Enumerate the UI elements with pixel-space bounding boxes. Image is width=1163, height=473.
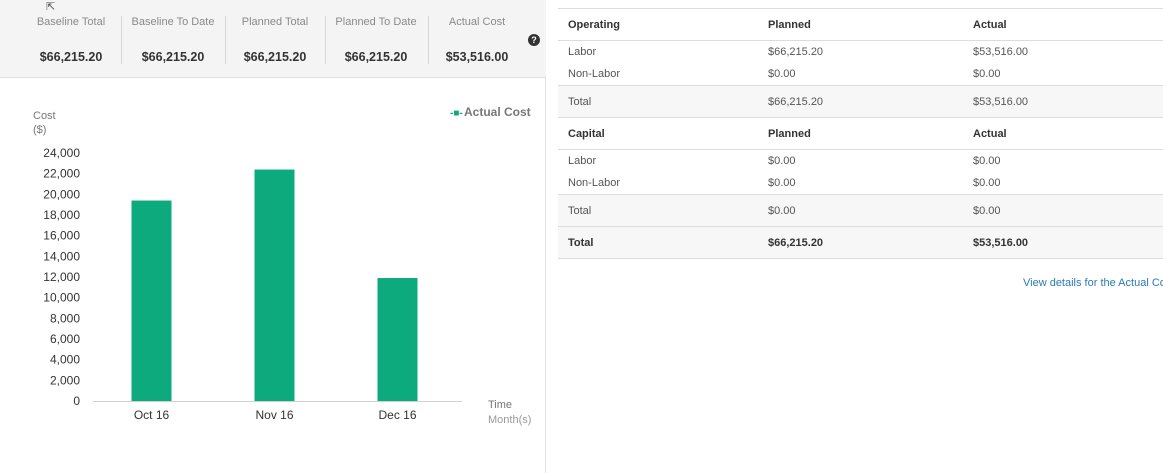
table-row: Non-Labor $0.00 $0.00	[558, 63, 1163, 86]
actual-cell: $53,516.00	[963, 226, 1163, 259]
bar-oct-16	[131, 200, 172, 401]
actual-cell: $53,516.00	[963, 85, 1163, 118]
planned-cell: $0.00	[768, 155, 796, 167]
row-label: Non-Labor	[568, 68, 620, 80]
row-label: Non-Labor	[568, 177, 620, 189]
x-tick-label: Dec 16	[378, 408, 416, 422]
capital-total-row: Total $0.00 $0.00	[558, 194, 1163, 227]
x-tick-label: Oct 16	[134, 408, 170, 422]
row-label: Labor	[568, 46, 597, 58]
column-header: Actual	[963, 8, 1163, 41]
bar-dec-16	[377, 278, 418, 401]
column-header: Planned	[758, 117, 963, 150]
x-axis-label: Time	[488, 399, 512, 411]
kpi-label: Planned To Date	[335, 16, 417, 28]
planned-cell: $66,215.20	[758, 226, 963, 259]
y-tick-label: 4,000	[50, 353, 80, 367]
help-icon[interactable]: ?	[528, 34, 540, 46]
row-label: Total	[558, 85, 758, 118]
y-tick-label: 10,000	[43, 291, 80, 305]
kpi-value: $66,215.20	[344, 50, 408, 64]
y-tick-label: 12,000	[43, 270, 80, 284]
y-tick-label: 14,000	[43, 249, 80, 263]
mouse-cursor-icon: ⇱	[46, 1, 56, 13]
actual-cell: $0.00	[973, 177, 1001, 189]
kpi-label: Actual Cost	[448, 16, 506, 28]
cost-summary-bar: Baseline Total $66,215.20 Baseline To Da…	[0, 0, 546, 78]
actual-cell: $0.00	[963, 194, 1163, 227]
table-row: Labor $66,215.20 $53,516.00	[558, 41, 1163, 64]
kpi-value: $53,516.00	[445, 50, 509, 64]
planned-cell: $0.00	[768, 68, 796, 80]
grand-total-row: Total $66,215.20 $53,516.00	[558, 226, 1163, 259]
cost-breakdown-panel: Operating Planned Actual Labor $66,215.2…	[558, 8, 1163, 289]
kpi-planned-to-date: Planned To Date $66,215.20	[328, 10, 424, 66]
legend-label: Actual Cost	[464, 105, 531, 119]
x-axis-unit-label: Month(s)	[488, 414, 531, 426]
chart-svg: 0 2,000 4,000 6,000 8,000 10,000 12,000 14,000 1…	[33, 105, 531, 426]
y-axis-label: Cost	[33, 110, 56, 122]
column-header: Planned	[758, 8, 963, 41]
row-label: Total	[558, 194, 758, 227]
y-tick-label: 18,000	[43, 208, 80, 222]
kpi-planned-total: Planned Total $66,215.20	[228, 10, 322, 66]
table-row: Non-Labor $0.00 $0.00	[558, 172, 1163, 195]
column-header: Actual	[963, 117, 1163, 150]
kpi-actual-cost: Actual Cost $53,516.00	[432, 10, 522, 66]
kpi-divider	[225, 16, 226, 64]
y-axis-unit-label: ($)	[33, 124, 46, 136]
kpi-baseline-to-date: Baseline To Date $66,215.20	[124, 10, 222, 66]
kpi-divider	[325, 16, 326, 64]
kpi-label: Baseline To Date	[131, 16, 215, 28]
y-tick-label: 22,000	[43, 167, 80, 181]
y-tick-label: 6,000	[50, 332, 80, 346]
operating-total-row: Total $66,215.20 $53,516.00	[558, 85, 1163, 118]
kpi-label: Planned Total	[241, 16, 309, 28]
legend-marker-icon: -■-	[450, 108, 463, 119]
table-row: Labor $0.00 $0.00	[558, 150, 1163, 173]
y-tick-label: 0	[73, 394, 80, 408]
cost-breakdown-table: Operating Planned Actual Labor $66,215.2…	[558, 8, 1163, 259]
capital-header-row: Capital Planned Actual	[558, 117, 1163, 150]
view-actual-cost-details-link[interactable]: View details for the Actual Cost	[1023, 277, 1163, 289]
column-header: Operating	[558, 8, 758, 41]
y-tick-label: 2,000	[50, 373, 80, 387]
x-tick-label: Nov 16	[255, 408, 293, 422]
planned-cell: $0.00	[758, 194, 963, 227]
row-label: Total	[558, 226, 758, 259]
y-tick-label: 20,000	[43, 187, 80, 201]
column-header: Capital	[558, 117, 758, 150]
kpi-value: $66,215.20	[141, 50, 205, 64]
actual-cost-chart: 0 2,000 4,000 6,000 8,000 10,000 12,000 14,000 1…	[0, 79, 546, 473]
actual-cell: $0.00	[973, 68, 1001, 80]
bar-nov-16	[254, 169, 295, 401]
actual-cell: $0.00	[973, 155, 1001, 167]
planned-cell: $66,215.20	[768, 46, 824, 58]
kpi-baseline-total: Baseline Total $66,215.20	[25, 10, 117, 66]
kpi-label: Baseline Total	[36, 16, 106, 28]
operating-header-row: Operating Planned Actual	[558, 8, 1163, 41]
kpi-divider	[428, 16, 429, 64]
planned-cell: $66,215.20	[758, 85, 963, 118]
kpi-divider	[121, 16, 122, 64]
kpi-value: $66,215.20	[39, 50, 103, 64]
y-tick-label: 16,000	[43, 229, 80, 243]
y-tick-label: 24,000	[43, 146, 80, 160]
y-tick-label: 8,000	[50, 311, 80, 325]
planned-cell: $0.00	[768, 177, 796, 189]
row-label: Labor	[568, 155, 597, 167]
actual-cell: $53,516.00	[973, 46, 1029, 58]
cost-chart-panel: Baseline Total $66,215.20 Baseline To Da…	[0, 0, 546, 473]
kpi-value: $66,215.20	[243, 50, 307, 64]
